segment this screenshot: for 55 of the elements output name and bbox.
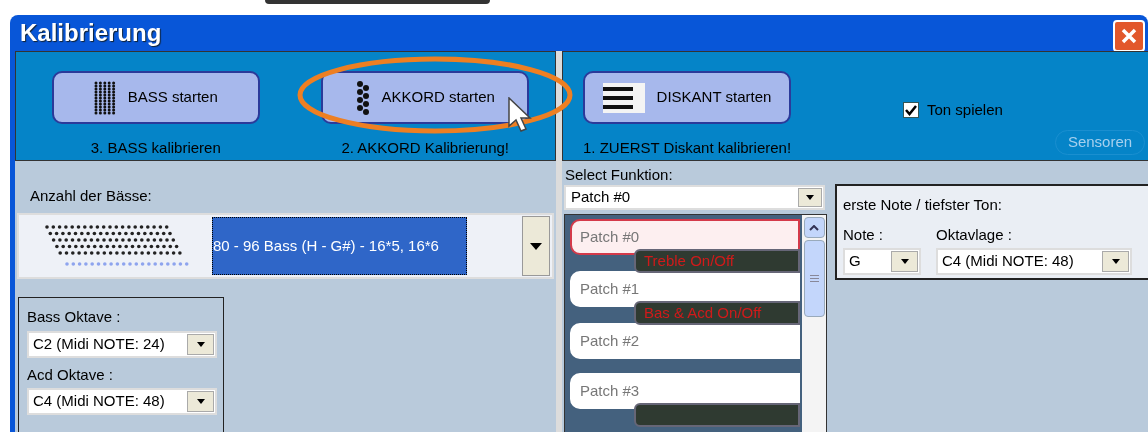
dropdown-button[interactable] <box>187 333 214 355</box>
step-hint: 1. ZUERST Diskant kalibrieren! <box>583 138 792 158</box>
select-value: Patch #0 <box>570 187 632 208</box>
dropdown-button[interactable] <box>1102 250 1129 272</box>
start-button[interactable]: AKKORD starten <box>321 71 530 124</box>
dropdown-arrow-icon <box>806 195 814 200</box>
dropdown-button[interactable] <box>891 250 918 272</box>
step-hint: 2. AKKORD Kalibrierung! <box>341 138 510 158</box>
octave-select[interactable]: C4 (Midi NOTE: 48) <box>936 247 1132 275</box>
function-tag: Bas & Acd On/Off <box>634 301 800 325</box>
dropdown-button[interactable] <box>798 188 822 207</box>
scroll-up-button[interactable] <box>803 217 825 238</box>
window-title: Kalibrierung <box>20 18 162 48</box>
dropdown-arrow-icon <box>196 399 205 404</box>
start-button[interactable]: BASS starten <box>51 71 260 124</box>
scroll-thumb[interactable] <box>803 240 825 317</box>
checkbox-label: Ton spielen <box>927 100 1003 120</box>
dot-grid-icon <box>93 80 116 115</box>
select-value: G <box>848 250 862 271</box>
dropdown-arrow-icon <box>196 341 205 347</box>
close-button[interactable] <box>1113 20 1145 52</box>
scrollbar[interactable] <box>802 215 826 432</box>
octave-label: Acd Oktave : <box>27 364 114 385</box>
function-tag: Treble On/Off <box>634 249 800 273</box>
bass-count-value: 80 - 96 Bass (H - G#) - 16*5, 16*6 <box>212 217 467 275</box>
group-title: erste Note / tiefster Ton: <box>843 195 1003 215</box>
select-value: C2 (Midi NOTE: 24) <box>32 333 166 354</box>
dropdown-arrow-icon <box>900 258 909 264</box>
close-icon <box>1120 27 1138 45</box>
dropdown-button[interactable] <box>187 391 214 412</box>
select-value: C4 (Midi NOTE: 48) <box>32 391 166 412</box>
octave-position-label: Oktavlage : <box>936 225 1013 244</box>
dot-column-icon <box>355 80 370 115</box>
checkmark-icon <box>905 104 917 116</box>
patch-item[interactable]: Patch #2 <box>570 323 800 359</box>
note-select[interactable]: G <box>843 247 921 275</box>
bass-layout-icon <box>44 223 189 269</box>
checkbox[interactable] <box>903 102 919 119</box>
function-select[interactable]: Patch #0 <box>564 185 825 210</box>
step-hint: 3. BASS kalibrieren <box>90 138 221 158</box>
note-label: Note : <box>843 225 885 244</box>
start-button[interactable]: DISKANT starten <box>583 71 791 124</box>
octave-label: Bass Oktave : <box>27 307 122 327</box>
octave-select[interactable]: C2 (Midi NOTE: 24) <box>27 330 217 358</box>
dropdown-arrow-icon <box>1111 258 1120 264</box>
select-value: C4 (Midi NOTE: 48) <box>941 250 1075 271</box>
dropdown-arrow-icon <box>530 242 542 250</box>
bass-count-dropdown[interactable]: 80 - 96 Bass (H - G#) - 16*5, 16*6 <box>17 213 554 279</box>
bass-count-label: Anzahl der Bässe: <box>30 187 152 204</box>
grip-icon <box>809 275 819 282</box>
select-function-label: Select Funktion: <box>564 165 674 183</box>
octave-select[interactable]: C4 (Midi NOTE: 48) <box>27 388 217 415</box>
dropdown-button[interactable] <box>522 216 550 276</box>
mouse-cursor-icon <box>508 97 532 132</box>
piano-keys-icon <box>602 82 645 113</box>
